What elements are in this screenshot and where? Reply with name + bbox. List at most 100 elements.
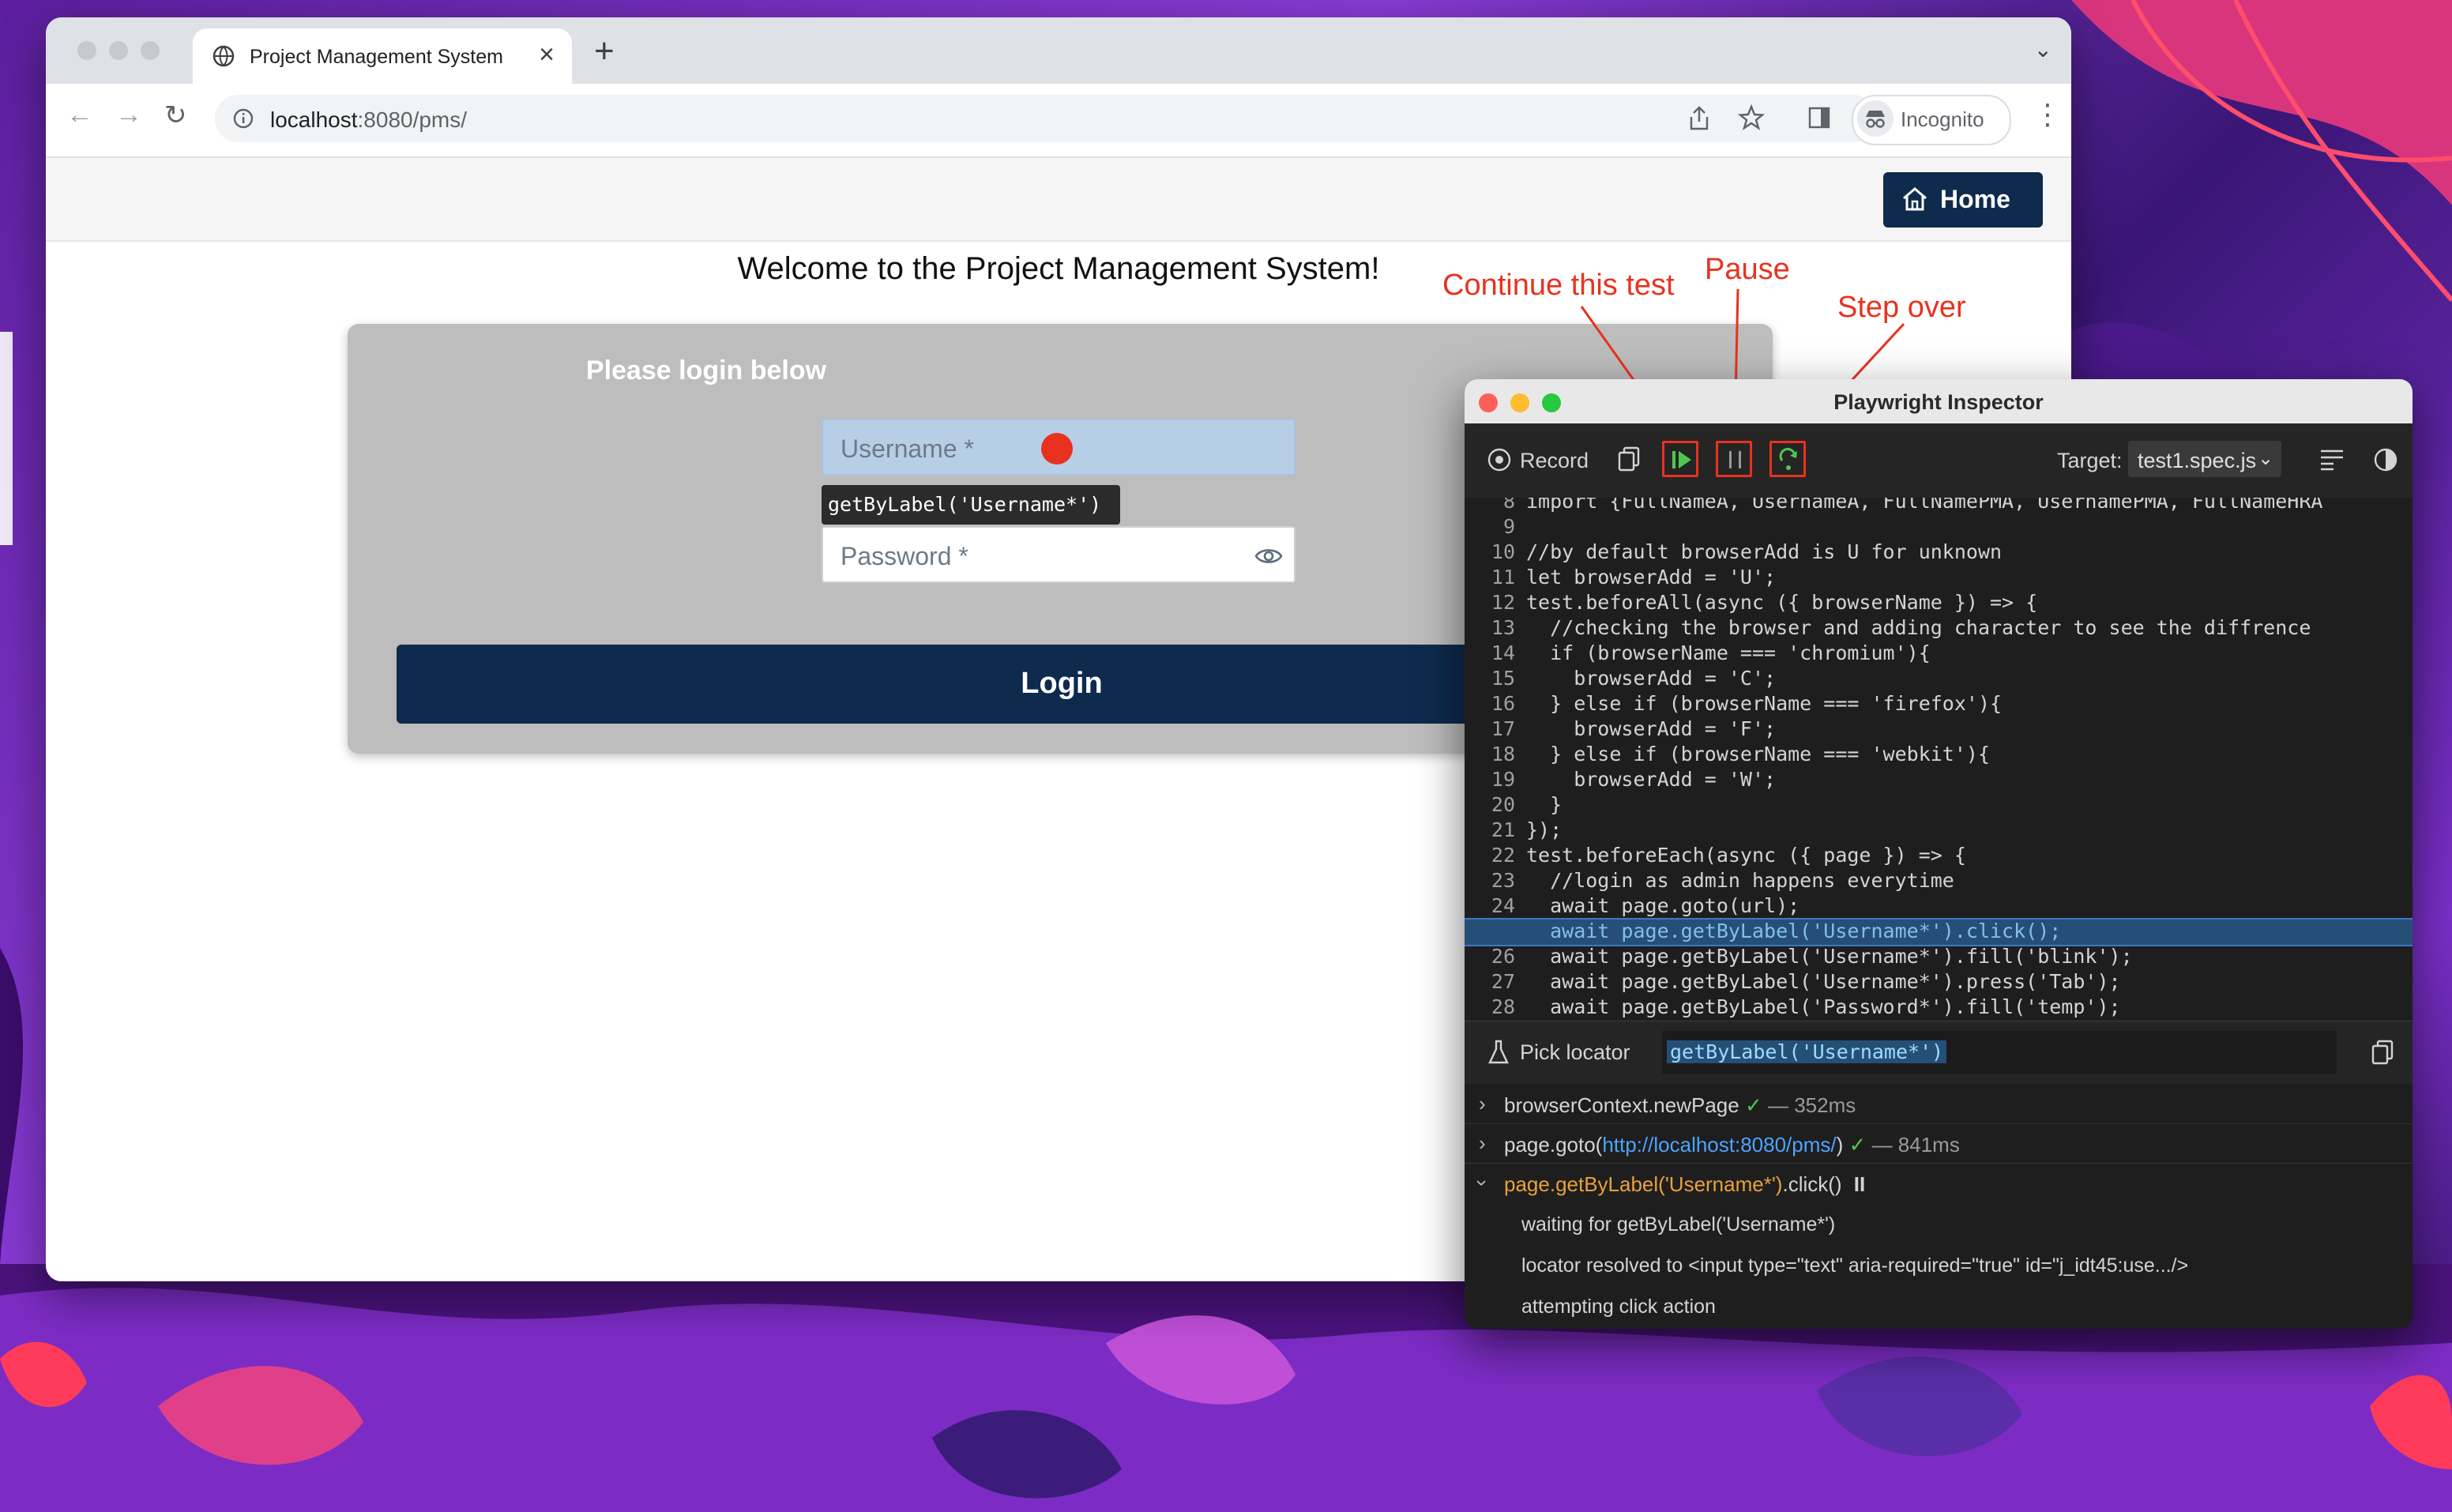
log-detail-attempting: attempting click action bbox=[1521, 1296, 1716, 1318]
code-line: 12 test.beforeAll(async ({ browserName })… bbox=[1465, 591, 2413, 616]
target-value: test1.spec.js bbox=[2138, 449, 2257, 472]
code-line: 19 browserAdd = 'W'; bbox=[1465, 768, 2413, 793]
code-text: let browserAdd = 'U'; bbox=[1526, 566, 1777, 589]
log-method: .click() bbox=[1782, 1172, 1842, 1196]
source-code-panel: 8 import {FullNameA, UsernameA, FullNameP… bbox=[1465, 498, 2413, 1019]
code-line: 11 let browserAdd = 'U'; bbox=[1465, 566, 2413, 591]
pause-button[interactable] bbox=[1716, 441, 1752, 477]
flask-icon[interactable] bbox=[1487, 1039, 1510, 1070]
code-line: 20 } bbox=[1465, 793, 2413, 818]
code-text: import {FullNameA, UsernameA, FullNamePM… bbox=[1526, 498, 2323, 513]
code-line: 9 bbox=[1465, 515, 2413, 540]
code-line: 16 } else if (browserName === 'firefox')… bbox=[1465, 692, 2413, 717]
line-number: 13 bbox=[1491, 616, 1515, 639]
line-number: 24 bbox=[1491, 894, 1515, 917]
log-action: page.goto( bbox=[1504, 1133, 1603, 1157]
line-number: 26 bbox=[1491, 945, 1515, 968]
code-line: 10 //by default browserAdd is U for unkno… bbox=[1465, 540, 2413, 566]
inspector-title-bar: Playwright Inspector bbox=[1465, 379, 2413, 424]
code-line: 28 await page.getByLabel('Password*').fi… bbox=[1465, 995, 2413, 1019]
record-button[interactable]: Record bbox=[1520, 449, 1589, 473]
line-number: 17 bbox=[1491, 717, 1515, 740]
line-number: 22 bbox=[1491, 844, 1515, 867]
wrap-lines-icon[interactable] bbox=[2319, 447, 2345, 475]
code-text: //by default browserAdd is U for unknown bbox=[1526, 540, 2003, 563]
code-text: browserAdd = 'C'; bbox=[1526, 667, 1777, 690]
log-url: http://localhost:8080/pms/ bbox=[1602, 1133, 1837, 1157]
chevron-down-icon: ⌄ bbox=[2258, 448, 2274, 469]
line-number: 18 bbox=[1491, 743, 1515, 765]
code-line: 15 browserAdd = 'C'; bbox=[1465, 667, 2413, 692]
line-number: 20 bbox=[1491, 793, 1515, 816]
annotation-continue: Continue this test bbox=[1442, 269, 1675, 302]
annotation-step-over: Step over bbox=[1837, 291, 1966, 324]
checkmark-icon: ✓ bbox=[1848, 1133, 1867, 1157]
pick-locator-bar: Pick locator getByLabel('Username*') bbox=[1465, 1021, 2413, 1085]
code-line: 22 test.beforeEach(async ({ page }) => { bbox=[1465, 844, 2413, 869]
code-text: }); bbox=[1526, 818, 1563, 841]
step-over-button[interactable] bbox=[1769, 441, 1806, 477]
checkmark-icon: ✓ bbox=[1744, 1093, 1762, 1117]
copy-icon[interactable] bbox=[1616, 446, 1642, 476]
code-text: } else if (browserName === 'webkit'){ bbox=[1526, 743, 1990, 765]
locator-value: getByLabel('Username*') bbox=[1667, 1040, 1947, 1063]
inspector-toolbar: Record Target: test1.spec.js ⌄ bbox=[1465, 423, 2413, 498]
log-action-end: ) bbox=[1836, 1133, 1844, 1157]
log-duration: — 841ms bbox=[1871, 1133, 1960, 1157]
code-text: await page.getByLabel('Username*').fill(… bbox=[1526, 945, 2133, 968]
log-action: browserContext.newPage bbox=[1504, 1093, 1739, 1117]
inspector-title: Playwright Inspector bbox=[1833, 390, 2044, 414]
code-text: test.beforeEach(async ({ page }) => { bbox=[1526, 844, 1966, 867]
code-line: 23 //login as admin happens everytime bbox=[1465, 869, 2413, 894]
log-row-text: page.goto(http://localhost:8080/pms/) ✓ … bbox=[1504, 1133, 1960, 1157]
code-text: if (browserName === 'chromium'){ bbox=[1526, 641, 1931, 664]
line-number: 19 bbox=[1491, 768, 1515, 791]
log-detail-waiting: waiting for getByLabel('Username*') bbox=[1521, 1213, 1836, 1236]
code-line: 13 //checking the browser and adding cha… bbox=[1465, 616, 2413, 641]
log-row-text: browserContext.newPage ✓ — 352ms bbox=[1504, 1093, 1856, 1118]
code-text: await page.goto(url); bbox=[1526, 894, 1800, 917]
log-row-goto[interactable]: › page.goto(http://localhost:8080/pms/) … bbox=[1465, 1123, 2413, 1164]
log-locator: page.getByLabel('Username*') bbox=[1504, 1172, 1783, 1196]
code-text: await page.getByLabel('Username*').press… bbox=[1526, 970, 2121, 993]
code-text: } else if (browserName === 'firefox'){ bbox=[1526, 692, 2003, 715]
code-line: 18 } else if (browserName === 'webkit'){ bbox=[1465, 743, 2413, 768]
code-line: 27 await page.getByLabel('Username*').pr… bbox=[1465, 970, 2413, 995]
code-line: 21}); bbox=[1465, 818, 2413, 844]
log-row-click[interactable]: › page.getByLabel('Username*').click() I… bbox=[1465, 1163, 2413, 1329]
line-number: 21 bbox=[1491, 818, 1515, 841]
play-icon bbox=[1671, 448, 1693, 476]
code-text: //checking the browser and adding charac… bbox=[1526, 616, 2311, 639]
target-select[interactable]: test1.spec.js ⌄ bbox=[2128, 441, 2281, 477]
log-row-text: page.getByLabel('Username*').click() II bbox=[1504, 1172, 1865, 1197]
locator-input[interactable]: getByLabel('Username*') bbox=[1662, 1031, 2337, 1074]
code-line: 14 if (browserName === 'chromium'){ bbox=[1465, 641, 2413, 667]
line-number: 12 bbox=[1491, 591, 1515, 614]
log-row-new-page[interactable]: › browserContext.newPage ✓ — 352ms bbox=[1465, 1084, 2413, 1124]
code-text: browserAdd = 'W'; bbox=[1526, 768, 1777, 791]
code-text: await page.getByLabel('Password*').fill(… bbox=[1526, 995, 2121, 1018]
call-log: › browserContext.newPage ✓ — 352ms › pag… bbox=[1465, 1084, 2413, 1329]
annotation-pause: Pause bbox=[1705, 253, 1790, 286]
chevron-down-icon: › bbox=[1470, 1179, 1495, 1187]
code-line: await page.getByLabel('Username*').click… bbox=[1465, 918, 2413, 946]
code-text: } bbox=[1526, 793, 1563, 816]
line-number: 14 bbox=[1491, 641, 1515, 664]
target-label: Target: bbox=[2057, 449, 2123, 472]
copy-locator-icon[interactable] bbox=[2370, 1039, 2395, 1070]
line-number: 8 bbox=[1502, 498, 1515, 513]
step-over-icon bbox=[1778, 448, 1800, 476]
pause-icon bbox=[1728, 449, 1743, 474]
record-icon[interactable] bbox=[1487, 447, 1512, 476]
theme-toggle-icon[interactable] bbox=[2373, 447, 2398, 476]
playwright-inspector-window: Playwright Inspector Record Target: test… bbox=[1465, 379, 2413, 1329]
line-number: 27 bbox=[1491, 970, 1515, 993]
code-text: test.beforeAll(async ({ browserName }) =… bbox=[1526, 591, 2038, 614]
line-number: 11 bbox=[1491, 566, 1515, 589]
resume-button[interactable] bbox=[1662, 441, 1698, 477]
log-duration: — 352ms bbox=[1767, 1093, 1856, 1117]
pick-locator-button[interactable]: Pick locator bbox=[1520, 1040, 1630, 1065]
paused-status: II bbox=[1853, 1172, 1866, 1196]
line-number: 15 bbox=[1491, 667, 1515, 690]
line-number: 16 bbox=[1491, 692, 1515, 715]
